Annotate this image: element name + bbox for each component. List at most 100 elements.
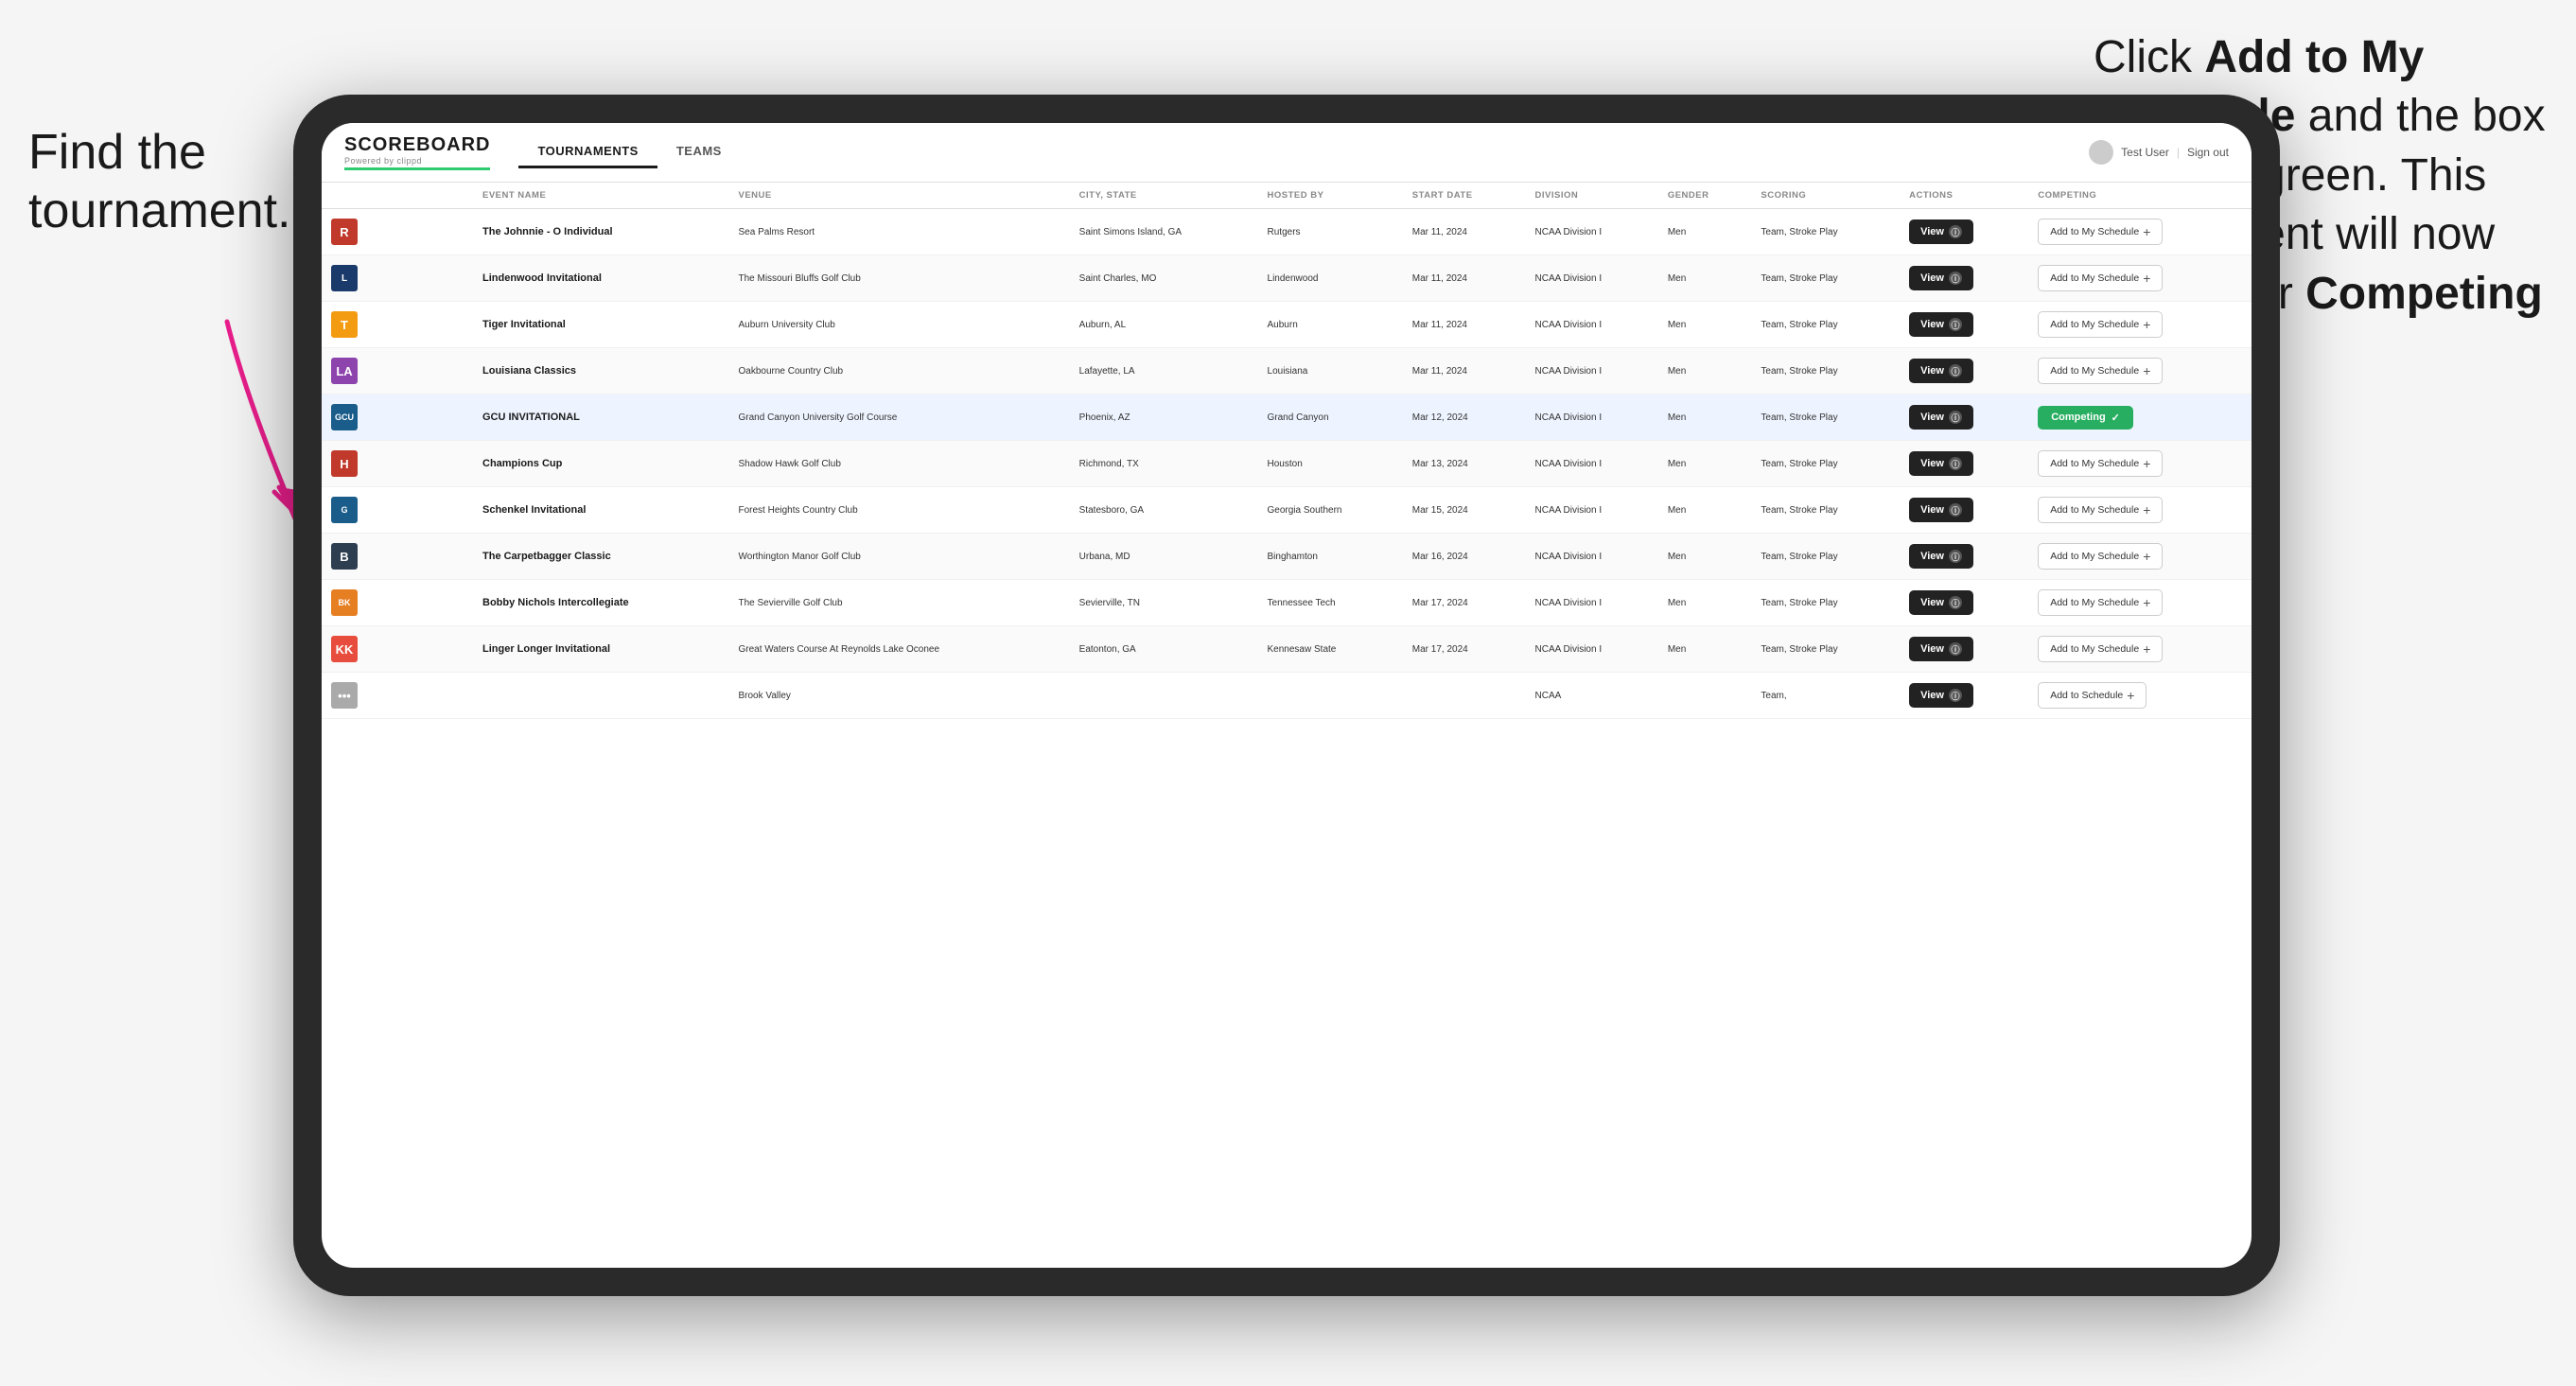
team-logo-cell: KK [322, 626, 473, 673]
competing-cell: Add to Schedule + [2028, 673, 2252, 719]
venue-cell: Great Waters Course At Reynolds Lake Oco… [729, 626, 1070, 673]
team-logo: L [331, 265, 358, 291]
venue-cell: Brook Valley [729, 673, 1070, 719]
division-cell: NCAA [1526, 673, 1658, 719]
table-row: TTiger InvitationalAuburn University Clu… [322, 302, 2252, 348]
add-to-schedule-label: Add to Schedule [2050, 690, 2123, 701]
team-logo-cell: G [322, 487, 473, 534]
plus-icon: + [2143, 596, 2150, 609]
col-gender: GENDER [1658, 183, 1752, 209]
col-scoring: SCORING [1751, 183, 1900, 209]
col-event-name [322, 183, 473, 209]
plus-icon: + [2143, 457, 2150, 470]
tab-tournaments[interactable]: TOURNAMENTS [518, 136, 657, 168]
scoring-cell: Team, Stroke Play [1751, 580, 1900, 626]
competing-cell: Add to My Schedule + [2028, 580, 2252, 626]
team-logo-cell: B [322, 534, 473, 580]
user-avatar [2089, 140, 2113, 165]
nav-bar: SCOREBOARD Powered by clippd TOURNAMENTS… [322, 123, 2252, 183]
team-logo-cell: L [322, 255, 473, 302]
gender-cell: Men [1658, 626, 1752, 673]
table-row: KK Linger Longer Invitational Great Waters… [322, 626, 2252, 673]
plus-icon: + [2143, 225, 2150, 238]
view-button[interactable]: View ⓘ [1909, 451, 1973, 476]
venue-cell: The Missouri Bluffs Golf Club [729, 255, 1070, 302]
competing-cell: Add to My Schedule + [2028, 348, 2252, 395]
nav-user: Test User | Sign out [2089, 140, 2229, 165]
col-hosted-by: HOSTED BY [1258, 183, 1403, 209]
table-row: BKBobby Nichols IntercollegiateThe Sevie… [322, 580, 2252, 626]
view-button[interactable]: View ⓘ [1909, 590, 1973, 615]
plus-icon: + [2143, 642, 2150, 656]
view-button[interactable]: View ⓘ [1909, 405, 1973, 430]
scoring-cell: Team, Stroke Play [1751, 209, 1900, 255]
competing-cell: Competing ✓ [2028, 395, 2252, 441]
table-row: LALouisiana ClassicsOakbourne Country Cl… [322, 348, 2252, 395]
add-to-schedule-button[interactable]: Add to My Schedule + [2038, 497, 2163, 523]
division-cell: NCAA Division I [1526, 302, 1658, 348]
tablet-screen: SCOREBOARD Powered by clippd TOURNAMENTS… [322, 123, 2252, 1268]
col-division: DIVISION [1526, 183, 1658, 209]
team-logo-cell: H [322, 441, 473, 487]
team-logo: BK [331, 589, 358, 616]
team-logo: R [331, 219, 358, 245]
info-icon: ⓘ [1949, 596, 1962, 609]
start-date-cell: Mar 11, 2024 [1403, 348, 1526, 395]
hosted-by-cell: Lindenwood [1258, 255, 1403, 302]
competing-cell: Add to My Schedule + [2028, 534, 2252, 580]
start-date-cell: Mar 16, 2024 [1403, 534, 1526, 580]
view-button[interactable]: View ⓘ [1909, 544, 1973, 569]
add-to-schedule-label: Add to My Schedule [2050, 226, 2139, 237]
add-to-schedule-button[interactable]: Add to My Schedule + [2038, 543, 2163, 570]
add-to-schedule-label: Add to My Schedule [2050, 643, 2139, 655]
add-to-schedule-button[interactable]: Add to My Schedule + [2038, 450, 2163, 477]
info-icon: ⓘ [1949, 225, 1962, 238]
info-icon: ⓘ [1949, 503, 1962, 517]
view-label: View [1920, 365, 1944, 377]
view-button[interactable]: View ⓘ [1909, 498, 1973, 522]
event-name: GCU INVITATIONAL [482, 412, 580, 423]
competing-button[interactable]: Competing ✓ [2038, 406, 2133, 430]
view-button[interactable]: View ⓘ [1909, 359, 1973, 383]
event-name: Linger Longer Invitational [482, 643, 610, 655]
city-state-cell: Auburn, AL [1070, 302, 1258, 348]
scoring-cell: Team, Stroke Play [1751, 395, 1900, 441]
col-event-name-label: EVENT NAME [473, 183, 729, 209]
city-state-cell [1070, 673, 1258, 719]
event-name: Schenkel Invitational [482, 504, 586, 516]
add-to-schedule-button[interactable]: Add to My Schedule + [2038, 311, 2163, 338]
view-button[interactable]: View ⓘ [1909, 637, 1973, 661]
event-name-cell: Linger Longer Invitational [473, 626, 729, 673]
add-to-schedule-button[interactable]: Add to My Schedule + [2038, 265, 2163, 291]
add-to-schedule-button[interactable]: Add to My Schedule + [2038, 636, 2163, 662]
tab-teams[interactable]: TEAMS [657, 136, 741, 168]
city-state-cell: Richmond, TX [1070, 441, 1258, 487]
info-icon: ⓘ [1949, 550, 1962, 563]
add-to-schedule-button[interactable]: Add to My Schedule + [2038, 589, 2163, 616]
sign-out-link[interactable]: Sign out [2187, 146, 2229, 159]
actions-cell: View ⓘ [1900, 626, 2028, 673]
view-button[interactable]: View ⓘ [1909, 219, 1973, 244]
competing-cell: Add to My Schedule + [2028, 487, 2252, 534]
add-to-schedule-button[interactable]: Add to My Schedule + [2038, 358, 2163, 384]
team-logo: LA [331, 358, 358, 384]
table-row: HChampions CupShadow Hawk Golf ClubRichm… [322, 441, 2252, 487]
add-to-schedule-label: Add to My Schedule [2050, 597, 2139, 608]
add-to-schedule-button[interactable]: Add to Schedule + [2038, 682, 2147, 709]
division-cell: NCAA Division I [1526, 487, 1658, 534]
view-label: View [1920, 319, 1944, 330]
gender-cell [1658, 673, 1752, 719]
city-state-cell: Lafayette, LA [1070, 348, 1258, 395]
view-button[interactable]: View ⓘ [1909, 312, 1973, 337]
competing-cell: Add to My Schedule + [2028, 441, 2252, 487]
event-name-cell: Champions Cup [473, 441, 729, 487]
view-label: View [1920, 690, 1944, 701]
view-button[interactable]: View ⓘ [1909, 683, 1973, 708]
hosted-by-cell: Binghamton [1258, 534, 1403, 580]
team-logo: G [331, 497, 358, 523]
logo-title: SCOREBOARD [344, 134, 490, 156]
view-button[interactable]: View ⓘ [1909, 266, 1973, 290]
scoring-cell: Team, Stroke Play [1751, 348, 1900, 395]
add-to-schedule-button[interactable]: Add to My Schedule + [2038, 219, 2163, 245]
scoring-cell: Team, Stroke Play [1751, 534, 1900, 580]
